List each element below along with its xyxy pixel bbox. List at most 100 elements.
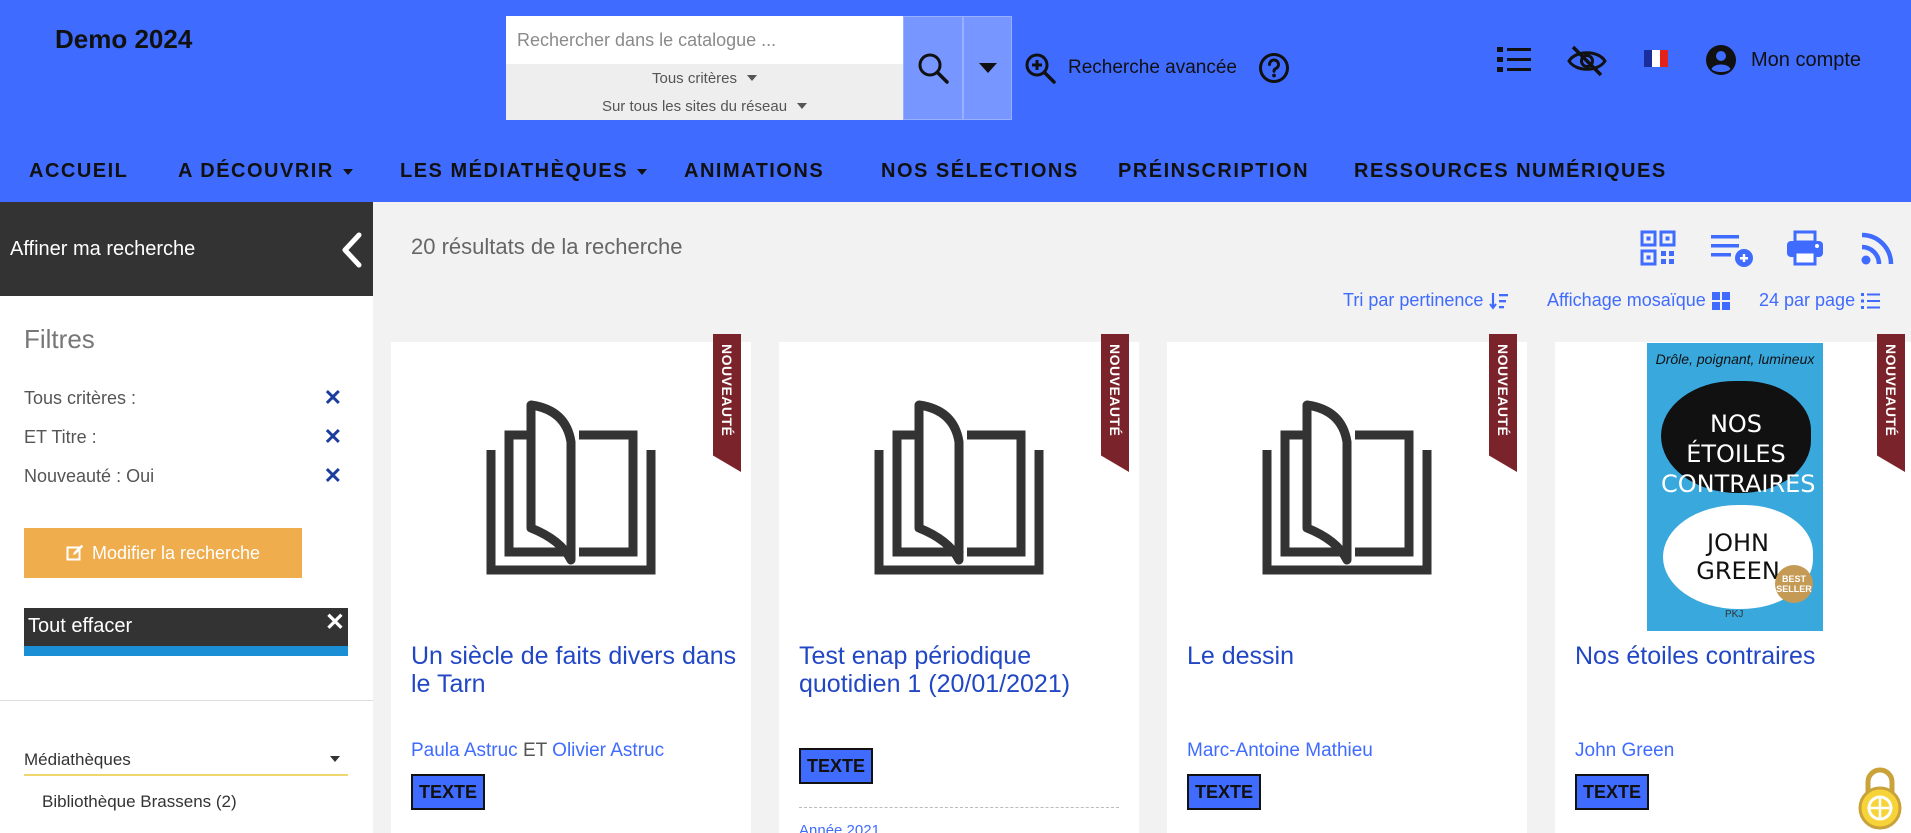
display-mode-label: Affichage mosaïque: [1547, 290, 1706, 310]
chevron-down-icon: [747, 75, 758, 81]
cover-publisher: PKJ: [1725, 609, 1744, 620]
nav-mediatheques[interactable]: LES MÉDIATHÈQUES: [400, 160, 648, 183]
modify-search-label: Modifier la recherche: [91, 542, 261, 563]
per-page-select[interactable]: 24 par page: [1759, 290, 1881, 311]
author-link[interactable]: Olivier Astruc: [552, 740, 664, 761]
type-badge: TEXTE: [1575, 774, 1649, 810]
nav-label: PRÉINSCRIPTION: [1118, 160, 1310, 182]
divider: [0, 700, 373, 701]
qr-code-icon[interactable]: [1640, 230, 1676, 266]
rss-icon[interactable]: [1860, 230, 1896, 266]
refine-sidebar: Affiner ma recherche Filtres Tous critèr…: [0, 202, 373, 833]
result-card: Drôle, poignant, lumineux NOS ÉTOILES CO…: [1555, 334, 1911, 833]
author-link[interactable]: Paula Astruc: [411, 740, 518, 761]
modify-search-button[interactable]: Modifier la recherche: [24, 528, 302, 578]
remove-filter-icon[interactable]: ✕: [324, 387, 342, 409]
type-badge: TEXTE: [799, 748, 873, 784]
nav-label: ACCUEIL: [29, 160, 129, 182]
list-icon[interactable]: [1496, 44, 1532, 76]
nav-a-decouvrir[interactable]: A DÉCOUVRIR: [178, 160, 353, 183]
french-flag-icon[interactable]: [1644, 50, 1668, 67]
nav-label: LES MÉDIATHÈQUES: [400, 160, 629, 182]
card-title[interactable]: Un siècle de faits divers dans le Tarn: [411, 642, 741, 698]
book-cover: Drôle, poignant, lumineux NOS ÉTOILES CO…: [1647, 343, 1823, 631]
criteria-select-label: Tous critères: [651, 69, 738, 87]
card-thumbnail[interactable]: Drôle, poignant, lumineux NOS ÉTOILES CO…: [1555, 342, 1911, 632]
filter-row: ET Titre : ✕: [24, 426, 342, 448]
criteria-select[interactable]: Tous critères: [506, 64, 903, 92]
result-card: NOUVEAUTÉ Un siècle de faits divers dans…: [391, 334, 751, 833]
nav-nos-selections[interactable]: NOS SÉLECTIONS: [881, 160, 1079, 183]
book-icon: [874, 400, 1044, 574]
edit-icon: [66, 544, 84, 561]
add-to-list-icon[interactable]: [1710, 230, 1754, 268]
book-icon: [486, 400, 656, 574]
help-icon[interactable]: [1258, 52, 1290, 84]
lock-icon[interactable]: [1852, 766, 1908, 830]
close-icon: ✕: [324, 609, 345, 636]
clear-all-button[interactable]: Tout effacer ✕: [24, 608, 348, 656]
card-thumbnail[interactable]: [779, 342, 1139, 632]
remove-filter-icon[interactable]: ✕: [324, 465, 342, 487]
chevron-left-icon[interactable]: [335, 230, 369, 270]
results-count: 20 résultats de la recherche: [411, 234, 683, 259]
book-icon: [1262, 400, 1432, 574]
refine-title: Affiner ma recherche: [10, 237, 196, 260]
card-thumbnail[interactable]: [391, 342, 751, 632]
nav-label: RESSOURCES NUMÉRIQUES: [1354, 160, 1667, 182]
new-ribbon: NOUVEAUTÉ: [1877, 334, 1905, 472]
print-icon[interactable]: [1786, 230, 1824, 266]
card-authors: Marc-Antoine Mathieu: [1187, 740, 1373, 762]
chevron-down-icon: [797, 103, 808, 109]
zoom-in-icon: [1025, 53, 1056, 84]
nav-label: ANIMATIONS: [684, 160, 825, 182]
type-badge: TEXTE: [1187, 774, 1261, 810]
card-title[interactable]: Nos étoiles contraires: [1575, 642, 1905, 670]
new-ribbon: NOUVEAUTÉ: [1101, 334, 1129, 472]
eye-slash-icon[interactable]: [1566, 44, 1608, 78]
account-label: Mon compte: [1751, 48, 1862, 71]
nav-preinscription[interactable]: PRÉINSCRIPTION: [1118, 160, 1309, 183]
scope-select[interactable]: Sur tous les sites du réseau: [506, 92, 903, 120]
card-title[interactable]: Test enap périodique quotidien 1 (20/01/…: [799, 642, 1129, 698]
search-input[interactable]: [506, 16, 903, 64]
grid-icon: [1711, 291, 1730, 310]
cover-seal: BEST SELLER: [1775, 565, 1813, 603]
facet-mediatheques[interactable]: Médiathèques: [24, 744, 348, 776]
divider: [799, 807, 1119, 808]
card-thumbnail[interactable]: [1167, 342, 1527, 632]
list-icon: [1861, 292, 1881, 309]
display-mode-select[interactable]: Affichage mosaïque: [1547, 290, 1730, 311]
site-title[interactable]: Demo 2024: [55, 24, 192, 55]
clear-all-label: Tout effacer: [28, 615, 133, 637]
account-link[interactable]: Mon compte: [1705, 44, 1861, 76]
caret-down-icon: [978, 63, 997, 73]
new-ribbon: NOUVEAUTÉ: [713, 334, 741, 472]
card-authors: John Green: [1575, 740, 1674, 762]
author-link[interactable]: John Green: [1575, 740, 1674, 761]
cover-tagline: Drôle, poignant, lumineux: [1655, 351, 1815, 367]
author-link[interactable]: Marc-Antoine Mathieu: [1187, 740, 1373, 761]
ribbon-label: NOUVEAUTÉ: [1107, 344, 1123, 437]
nav-ressources-numeriques[interactable]: RESSOURCES NUMÉRIQUES: [1354, 160, 1667, 183]
refine-header: Affiner ma recherche: [0, 202, 373, 296]
filter-label: Tous critères :: [24, 388, 137, 408]
sort-icon: [1489, 292, 1509, 310]
sort-select[interactable]: Tri par pertinence: [1343, 290, 1509, 311]
facet-item[interactable]: Bibliothèque Brassens (2): [42, 792, 237, 812]
per-page-label: 24 par page: [1759, 290, 1856, 310]
nav-accueil[interactable]: ACCUEIL: [29, 160, 128, 183]
advanced-search-label: Recherche avancée: [1068, 57, 1237, 78]
filter-label: ET Titre :: [24, 427, 97, 447]
ribbon-label: NOUVEAUTÉ: [719, 344, 735, 437]
advanced-search-link[interactable]: Recherche avancée: [1024, 52, 1237, 84]
search-options-button[interactable]: [963, 16, 1012, 120]
filter-label: Nouveauté : Oui: [24, 466, 155, 486]
remove-filter-icon[interactable]: ✕: [324, 426, 342, 448]
type-badge: TEXTE: [411, 774, 485, 810]
nav-animations[interactable]: ANIMATIONS: [684, 160, 824, 183]
search-button[interactable]: [903, 16, 963, 120]
user-icon: [1706, 45, 1736, 75]
card-title[interactable]: Le dessin: [1187, 642, 1517, 670]
caret-down-icon: [342, 168, 353, 175]
